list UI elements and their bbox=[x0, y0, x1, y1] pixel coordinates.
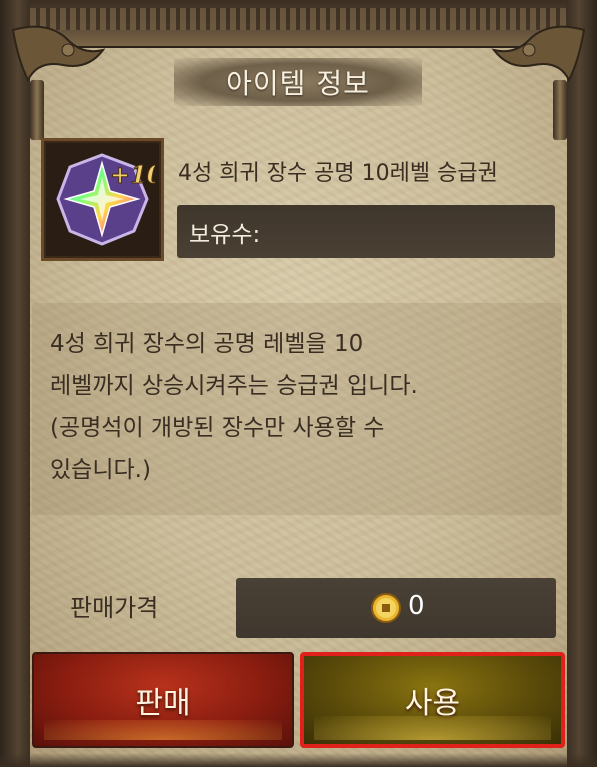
owned-count-field: 보유수: bbox=[177, 205, 555, 258]
item-description: 4성 희귀 장수의 공명 레벨을 10 레벨까지 상승시켜주는 승급권 입니다.… bbox=[32, 303, 562, 515]
item-name: 4성 희귀 장수 공명 10레벨 승급권 bbox=[178, 161, 498, 186]
sell-button[interactable]: 판매 bbox=[32, 652, 294, 748]
description-line: 4성 희귀 장수의 공명 레벨을 10 bbox=[50, 331, 364, 357]
frame-pillar bbox=[553, 80, 567, 140]
right-frame bbox=[567, 0, 597, 767]
corner-ornament-icon bbox=[491, 25, 586, 83]
sell-price-value: 0 bbox=[408, 591, 425, 621]
corner-ornament-icon bbox=[11, 25, 106, 83]
sell-button-label: 판매 bbox=[135, 686, 191, 721]
item-info-dialog: 아이템 정보 +10 4성 희귀 장수 공명 10레벨 승급권 보유수: 4성 … bbox=[0, 0, 597, 767]
sell-price-field: 0 bbox=[236, 578, 556, 638]
gold-coin-icon bbox=[371, 593, 401, 623]
use-button-label: 사용 bbox=[404, 686, 461, 721]
dialog-title: 아이템 정보 bbox=[226, 67, 370, 100]
description-line: (공명석이 개방된 장수만 사용할 수 bbox=[50, 415, 385, 441]
frame-pillar bbox=[30, 80, 44, 140]
sell-price-label: 판매가격 bbox=[70, 594, 159, 622]
description-line: 있습니다.) bbox=[50, 457, 151, 483]
owned-count-label: 보유수: bbox=[189, 221, 261, 248]
left-frame bbox=[0, 0, 30, 767]
use-button[interactable]: 사용 bbox=[300, 652, 565, 748]
bottom-frame-edge bbox=[0, 753, 597, 767]
item-icon-slot[interactable]: +10 bbox=[41, 138, 164, 261]
description-line: 레벨까지 상승시켜주는 승급권 입니다. bbox=[50, 373, 418, 399]
rainbow-star-gem-icon: +10 bbox=[56, 153, 155, 246]
dialog-title-banner: 아이템 정보 bbox=[174, 58, 422, 106]
item-level-badge: +10 bbox=[110, 160, 155, 189]
